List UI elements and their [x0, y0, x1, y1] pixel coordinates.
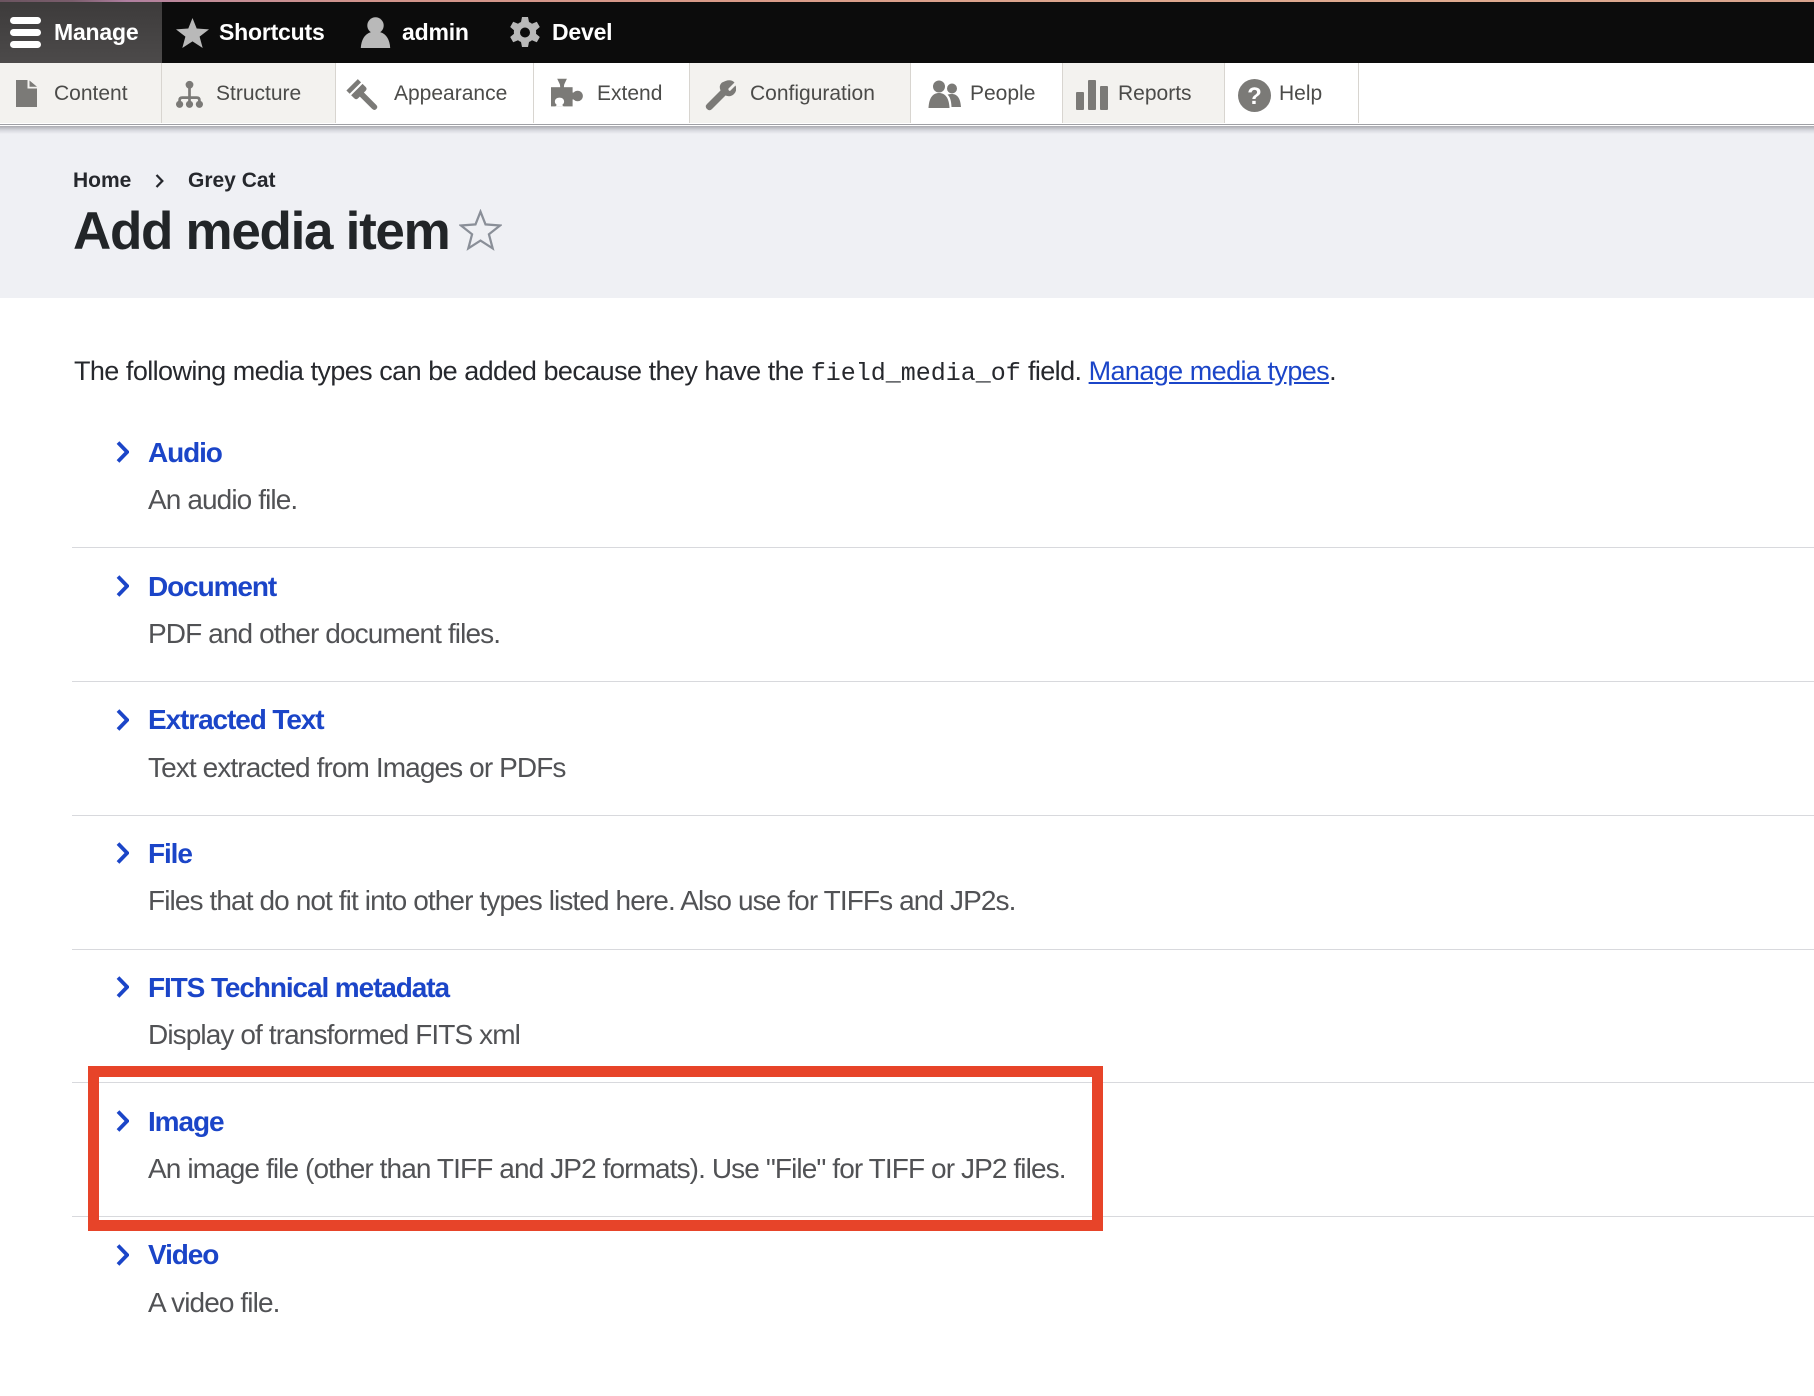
svg-text:?: ?	[1247, 83, 1262, 110]
